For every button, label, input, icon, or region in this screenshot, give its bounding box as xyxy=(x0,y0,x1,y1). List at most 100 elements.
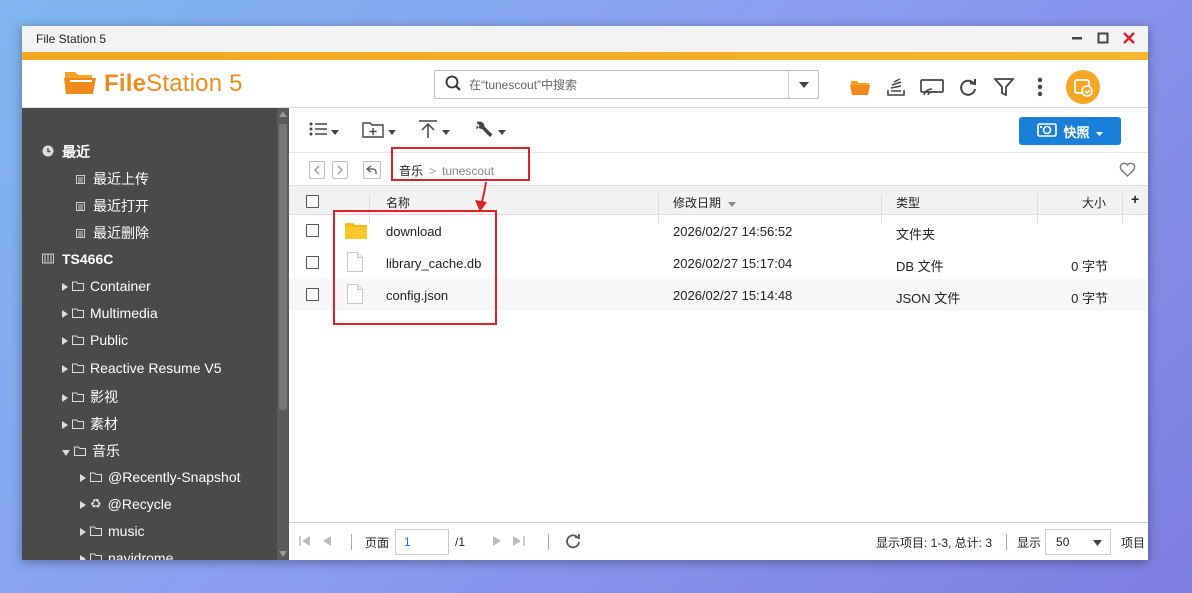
expand-arrow-icon[interactable] xyxy=(62,360,68,376)
sidebar-folder-reactive-resume[interactable]: Reactive Resume V5 xyxy=(62,360,222,376)
minimize-button[interactable] xyxy=(1068,29,1086,47)
snapshot-label: 快照 xyxy=(1063,124,1090,140)
sidebar-folder-materials[interactable]: 素材 xyxy=(62,414,118,434)
sidebar-item-label: @Recycle xyxy=(107,496,172,512)
upload-icon xyxy=(418,119,438,142)
folder-icon xyxy=(72,305,84,321)
dropdown-arrow-icon xyxy=(331,123,339,138)
refresh-icon[interactable] xyxy=(565,533,581,552)
file-type: 文件夹 xyxy=(896,227,936,242)
expand-arrow-icon[interactable] xyxy=(80,523,86,539)
app-logo: FileStation 5 xyxy=(64,69,243,98)
upload-button[interactable] xyxy=(418,118,450,142)
toolbar: 快照 xyxy=(289,108,1148,152)
sidebar-folder-multimedia[interactable]: Multimedia xyxy=(62,305,158,321)
select-all-checkbox[interactable] xyxy=(306,195,319,208)
expand-arrow-icon[interactable] xyxy=(80,550,86,560)
last-page-icon[interactable] xyxy=(513,535,525,549)
file-type: DB 文件 xyxy=(896,259,944,274)
back-button[interactable] xyxy=(309,161,325,179)
sidebar-item-label: 影视 xyxy=(90,389,118,405)
search-input[interactable]: 在“tunescout”中搜索 xyxy=(469,76,788,93)
annotation-arrow-icon xyxy=(475,181,487,212)
expand-arrow-icon[interactable] xyxy=(62,416,68,432)
sidebar-folder-public[interactable]: Public xyxy=(62,332,128,348)
status-text: 显示项目: 1-3, 总计: 3 xyxy=(876,535,993,550)
sidebar-subfolder-music[interactable]: music xyxy=(80,523,145,539)
tools-button[interactable] xyxy=(474,118,506,142)
prev-page-icon[interactable] xyxy=(323,535,331,549)
list-icon xyxy=(76,198,85,214)
file-date: 2026/02/27 15:14:48 xyxy=(673,288,793,303)
scrollbar-thumb[interactable] xyxy=(279,124,287,410)
sidebar-subfolder-snapshot[interactable]: @Recently-Snapshot xyxy=(80,469,241,485)
cast-icon[interactable] xyxy=(914,73,950,101)
app-header: FileStation 5 在“tunescout”中搜索 xyxy=(22,60,1148,108)
folder-icon xyxy=(72,332,84,348)
page-total: /1 xyxy=(455,535,466,549)
file-type: JSON 文件 xyxy=(896,291,961,306)
pagination-footer: 页面 1 /1 显示项目: 1-3, 总计: 3 显示 50 项目 xyxy=(289,522,1148,560)
add-column-button[interactable]: + xyxy=(1131,191,1139,207)
expand-arrow-icon[interactable] xyxy=(62,389,68,405)
search-box[interactable]: 在“tunescout”中搜索 xyxy=(434,70,819,99)
user-avatar[interactable] xyxy=(1066,70,1100,104)
sidebar-item-label: 素材 xyxy=(90,416,118,432)
sidebar-item-recent-upload[interactable]: 最近上传 xyxy=(76,169,149,189)
sidebar-item-recent-open[interactable]: 最近打开 xyxy=(76,196,149,216)
sidebar-subfolder-navidrome[interactable]: navidrome xyxy=(80,550,173,560)
filter-icon[interactable] xyxy=(986,73,1022,101)
scroll-up-arrow-icon[interactable] xyxy=(279,111,287,117)
divider xyxy=(351,534,352,550)
search-dropdown-button[interactable] xyxy=(788,71,818,98)
more-options-icon[interactable] xyxy=(1022,73,1058,101)
sidebar-scrollbar[interactable] xyxy=(277,108,289,560)
forward-button[interactable] xyxy=(332,161,348,179)
expand-arrow-icon[interactable] xyxy=(80,469,86,485)
sidebar-item-recent-delete[interactable]: 最近删除 xyxy=(76,223,149,243)
expand-arrow-icon[interactable] xyxy=(62,278,68,294)
expand-arrow-icon[interactable] xyxy=(62,332,68,348)
background-tasks-icon[interactable] xyxy=(878,73,914,101)
sidebar-subfolder-recycle[interactable]: ♻ @Recycle xyxy=(80,496,172,512)
sidebar-item-label: Multimedia xyxy=(90,305,158,321)
expand-arrow-icon[interactable] xyxy=(80,496,86,512)
camera-icon xyxy=(1037,122,1058,141)
local-folder-icon[interactable] xyxy=(842,73,878,101)
next-page-icon[interactable] xyxy=(493,535,501,549)
new-folder-button[interactable] xyxy=(362,118,396,142)
dropdown-arrow-icon xyxy=(498,123,506,138)
expand-arrow-icon[interactable] xyxy=(62,305,68,321)
file-date: 2026/02/27 14:56:52 xyxy=(673,224,793,239)
row-checkbox[interactable] xyxy=(306,224,319,237)
sidebar-item-recent[interactable]: 最近 xyxy=(42,142,90,162)
collapse-arrow-icon[interactable] xyxy=(62,443,70,459)
column-header-name[interactable]: 名称 xyxy=(386,194,410,211)
page-input[interactable]: 1 xyxy=(395,529,450,555)
view-mode-button[interactable] xyxy=(309,118,339,142)
row-checkbox[interactable] xyxy=(306,256,319,269)
column-header-size[interactable]: 大小 xyxy=(1082,194,1106,211)
parent-folder-button[interactable] xyxy=(363,161,381,179)
favorite-heart-icon[interactable] xyxy=(1119,162,1136,180)
row-checkbox[interactable] xyxy=(306,288,319,301)
sidebar-item-label: Reactive Resume V5 xyxy=(90,360,222,376)
sidebar-item-label: 最近 xyxy=(62,144,90,160)
file-size: 0 字节 xyxy=(1071,259,1108,274)
sidebar-folder-container[interactable]: Container xyxy=(62,278,151,294)
scroll-down-arrow-icon[interactable] xyxy=(279,551,287,557)
list-view-icon xyxy=(309,122,327,139)
sidebar-folder-video[interactable]: 影视 xyxy=(62,387,118,407)
sidebar-item-nas[interactable]: TS466C xyxy=(42,251,113,267)
files-highlight xyxy=(333,210,497,325)
close-button[interactable] xyxy=(1120,29,1138,47)
column-header-date[interactable]: 修改日期 xyxy=(673,194,737,211)
sidebar-folder-music[interactable]: 音乐 xyxy=(62,441,120,461)
maximize-button[interactable] xyxy=(1094,29,1112,47)
snapshot-button[interactable]: 快照 xyxy=(1019,117,1121,145)
first-page-icon[interactable] xyxy=(299,535,311,549)
per-page-select[interactable]: 50 xyxy=(1045,529,1112,555)
column-header-type[interactable]: 类型 xyxy=(896,194,920,211)
dropdown-arrow-icon xyxy=(1095,124,1103,139)
refresh-icon[interactable] xyxy=(950,73,986,101)
